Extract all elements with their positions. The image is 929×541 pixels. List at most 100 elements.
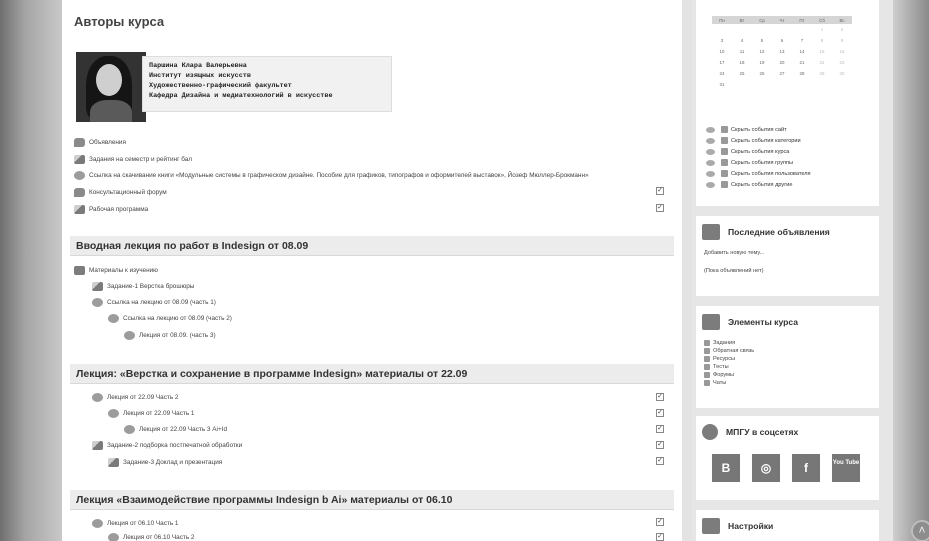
activity-lecture-0809-part3[interactable]: Лекция от 08.09. (часть 3)	[124, 331, 216, 340]
scroll-top-button[interactable]: ˄	[911, 520, 929, 541]
calendar-day[interactable]: 10	[712, 46, 732, 57]
course-element-feedback[interactable]: Обратная связь	[704, 348, 754, 354]
activity-lecture-0809-part1[interactable]: Ссылка на лекцию от 08.09 (часть 1)	[92, 298, 216, 307]
calendar-day[interactable]	[772, 79, 792, 90]
completion-checkbox[interactable]: ✓	[656, 441, 664, 449]
calendar-day[interactable]: 27	[772, 68, 792, 79]
calendar-day[interactable]: 21	[792, 57, 812, 68]
calendar-day[interactable]	[752, 24, 772, 35]
course-element-label: Чаты	[713, 380, 727, 386]
calendar-filter-course[interactable]: Скрыть события курса	[706, 148, 789, 155]
activity-lecture-2209-part2[interactable]: Лекция от 22.09 Часть 2	[92, 393, 179, 402]
activity-book-link[interactable]: Ссылка на скачивание книги «Модульные си…	[74, 171, 589, 180]
activity-announcements[interactable]: Объявления	[74, 138, 126, 147]
activity-assignment-1[interactable]: Задание-1 Верстка брошюры	[92, 282, 194, 291]
calendar-day[interactable]: 25	[732, 68, 752, 79]
calendar-day[interactable]: 31	[712, 79, 732, 90]
calendar-day[interactable]: 23	[832, 57, 852, 68]
calendar-filter-category[interactable]: Скрыть события категории	[706, 137, 801, 144]
forum-icon	[704, 372, 710, 378]
calendar-day[interactable]: 12	[752, 46, 772, 57]
calendar-icon	[721, 181, 728, 188]
activity-lecture-0610-part2[interactable]: Лекция от 06.10 Часть 2	[108, 533, 195, 541]
resource-icon	[108, 314, 119, 323]
activity-materials-folder[interactable]: Материалы к изучению	[74, 266, 158, 275]
activity-assignment-2[interactable]: Задание-2 подборка постпечатной обработк…	[92, 441, 242, 450]
calendar-day[interactable]	[752, 79, 772, 90]
activity-consult-forum[interactable]: Консультационный форум	[74, 188, 167, 197]
filter-label: Скрыть события курса	[731, 148, 790, 155]
calendar-day[interactable]: 18	[732, 57, 752, 68]
completion-checkbox[interactable]: ✓	[656, 393, 664, 401]
calendar-day[interactable]	[712, 24, 732, 35]
vk-icon[interactable]: B	[712, 454, 740, 482]
calendar-day[interactable]: 13	[772, 46, 792, 57]
calendar-day[interactable]	[732, 79, 752, 90]
activity-assignment-3[interactable]: Задание-3 Доклад и презентация	[108, 458, 222, 467]
activity-work-program[interactable]: Рабочая программа	[74, 205, 148, 214]
calendar-day[interactable]: 7	[792, 35, 812, 46]
author-institute: Институт изящных искусств	[149, 72, 251, 80]
section-title: Лекция «Взаимодействие программы Indesig…	[70, 490, 674, 510]
calendar-day[interactable]: 6	[772, 35, 792, 46]
activity-lecture-0809-part2[interactable]: Ссылка на лекцию от 08.09 (часть 2)	[108, 314, 232, 323]
activity-label: Лекция от 06.10 Часть 2	[123, 534, 195, 541]
calendar-day[interactable]: 24	[712, 68, 732, 79]
calendar-day[interactable]	[812, 79, 832, 90]
calendar-day[interactable]: 5	[752, 35, 772, 46]
calendar-day[interactable]: 3	[712, 35, 732, 46]
calendar-day[interactable]: 20	[772, 57, 792, 68]
calendar-day[interactable]: 26	[752, 68, 772, 79]
user-icon	[721, 170, 728, 177]
activity-lecture-2209-part3[interactable]: Лекция от 22.09 Часть 3 Ai+Id	[124, 425, 227, 434]
calendar-day[interactable]: 9	[832, 35, 852, 46]
filter-label: Скрыть события группы	[731, 159, 794, 166]
add-topic-link[interactable]: Добавить новую тему...	[704, 250, 764, 256]
calendar-day[interactable]: 15	[812, 46, 832, 57]
calendar-filter-user[interactable]: Скрыть события пользователя	[706, 170, 811, 177]
calendar-day[interactable]: 22	[812, 57, 832, 68]
course-element-tests[interactable]: Тесты	[704, 364, 729, 370]
activity-lecture-2209-part1[interactable]: Лекция от 22.09 Часть 1	[108, 409, 195, 418]
calendar-day[interactable]: 28	[792, 68, 812, 79]
calendar-day[interactable]: 14	[792, 46, 812, 57]
youtube-icon[interactable]: You Tube	[832, 454, 860, 482]
calendar-day[interactable]: 8	[812, 35, 832, 46]
completion-checkbox[interactable]: ✓	[656, 457, 664, 465]
facebook-icon[interactable]: f	[792, 454, 820, 482]
calendar-day[interactable]: 1	[812, 24, 832, 35]
calendar-filter-group[interactable]: Скрыть события группы	[706, 159, 793, 166]
course-element-forums[interactable]: Форумы	[704, 372, 734, 378]
calendar-day[interactable]	[832, 79, 852, 90]
completion-checkbox[interactable]: ✓	[656, 425, 664, 433]
calendar-day[interactable]	[792, 79, 812, 90]
calendar-day[interactable]: 19	[752, 57, 772, 68]
calendar-day[interactable]	[792, 24, 812, 35]
calendar-day[interactable]: 2	[832, 24, 852, 35]
calendar-day[interactable]: 16	[832, 46, 852, 57]
calendar-filter-other[interactable]: Скрыть события другие	[706, 181, 793, 188]
calendar-day[interactable]: 4	[732, 35, 752, 46]
activity-lecture-0610-part1[interactable]: Лекция от 06.10 Часть 1	[92, 519, 179, 528]
calendar-day[interactable]: 11	[732, 46, 752, 57]
completion-checkbox[interactable]: ✓	[656, 204, 664, 212]
instagram-icon[interactable]: ◎	[752, 454, 780, 482]
megaphone-icon	[702, 224, 720, 240]
resource-icon	[124, 425, 135, 434]
activity-semester-tasks[interactable]: Задания на семестр и рейтинг бал	[74, 155, 192, 164]
calendar-day[interactable]: 30	[832, 68, 852, 79]
calendar-day[interactable]	[772, 24, 792, 35]
completion-checkbox[interactable]: ✓	[656, 518, 664, 526]
course-element-resources[interactable]: Ресурсы	[704, 356, 735, 362]
calendar-day[interactable]: 29	[812, 68, 832, 79]
completion-checkbox[interactable]: ✓	[656, 187, 664, 195]
column-gap	[682, 0, 692, 541]
calendar-day[interactable]: 17	[712, 57, 732, 68]
course-element-chats[interactable]: Чаты	[704, 380, 726, 386]
author-photo-body	[90, 100, 132, 122]
completion-checkbox[interactable]: ✓	[656, 409, 664, 417]
course-element-assignments[interactable]: Задания	[704, 340, 735, 346]
calendar-day[interactable]	[732, 24, 752, 35]
completion-checkbox[interactable]: ✓	[656, 533, 664, 541]
calendar-filter-site[interactable]: Скрыть события сайт	[706, 126, 787, 133]
